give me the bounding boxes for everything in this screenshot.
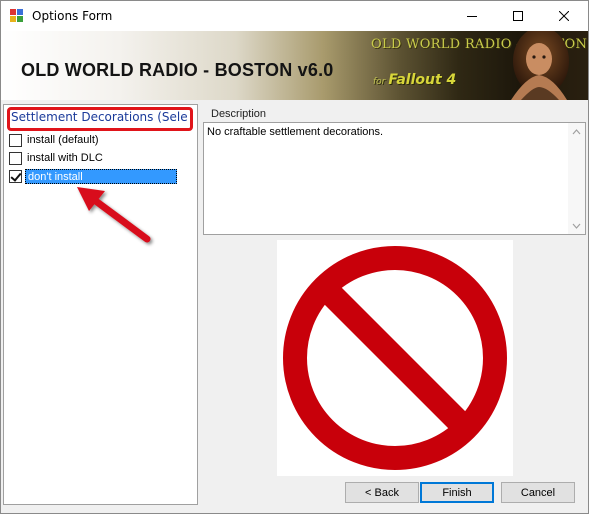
- finish-button[interactable]: Finish: [420, 482, 494, 503]
- checkbox[interactable]: [9, 151, 22, 165]
- description-box[interactable]: No craftable settlement decorations.: [203, 122, 586, 235]
- close-icon: [559, 11, 569, 21]
- option-install-default[interactable]: install (default): [9, 132, 101, 148]
- maximize-button[interactable]: [495, 1, 541, 31]
- banner-title: OLD WORLD RADIO - BOSTON v6.0: [21, 60, 334, 80]
- checkbox-checked[interactable]: [9, 169, 22, 183]
- game-logo: for Fallout 4: [373, 72, 456, 88]
- checkbox[interactable]: [9, 133, 22, 147]
- option-label: install with DLC: [27, 151, 103, 164]
- maximize-icon: [513, 11, 523, 21]
- options-form-window: Options Form OLD WORLD RADIO - BOSTON v6…: [0, 0, 589, 514]
- header-banner: OLD WORLD RADIO - BOSTON v6.0 OLD WORLD …: [1, 31, 588, 100]
- option-label-selected: don't install: [25, 168, 177, 184]
- options-list-panel: Settlement Decorations (Selec... install…: [3, 104, 198, 505]
- description-scrollbar[interactable]: [568, 123, 585, 234]
- game-prefix: for: [373, 77, 386, 87]
- minimize-button[interactable]: [449, 1, 495, 31]
- game-title: Fallout 4: [388, 72, 457, 88]
- description-label: Description: [210, 108, 268, 120]
- prohibited-icon: [283, 246, 507, 470]
- window-title: Options Form: [32, 9, 113, 23]
- minimize-icon: [467, 16, 477, 17]
- app-icon: [10, 9, 25, 23]
- option-install-with-dlc[interactable]: install with DLC: [9, 150, 105, 166]
- option-dont-install[interactable]: don't install: [9, 168, 177, 184]
- cancel-button[interactable]: Cancel: [501, 482, 575, 503]
- description-text: No craftable settlement decorations.: [207, 126, 384, 138]
- close-button[interactable]: [541, 1, 587, 31]
- back-button[interactable]: < Back: [345, 482, 419, 503]
- scroll-down-icon[interactable]: [568, 217, 585, 234]
- title-bar[interactable]: Options Form: [1, 1, 588, 31]
- option-label: install (default): [27, 133, 99, 146]
- annotation-highlight-box: [7, 107, 193, 131]
- option-preview-image: [277, 240, 513, 476]
- scroll-up-icon[interactable]: [568, 123, 585, 140]
- description-group: No craftable settlement decorations. Des…: [203, 108, 588, 236]
- banner-figure-image: [511, 31, 569, 100]
